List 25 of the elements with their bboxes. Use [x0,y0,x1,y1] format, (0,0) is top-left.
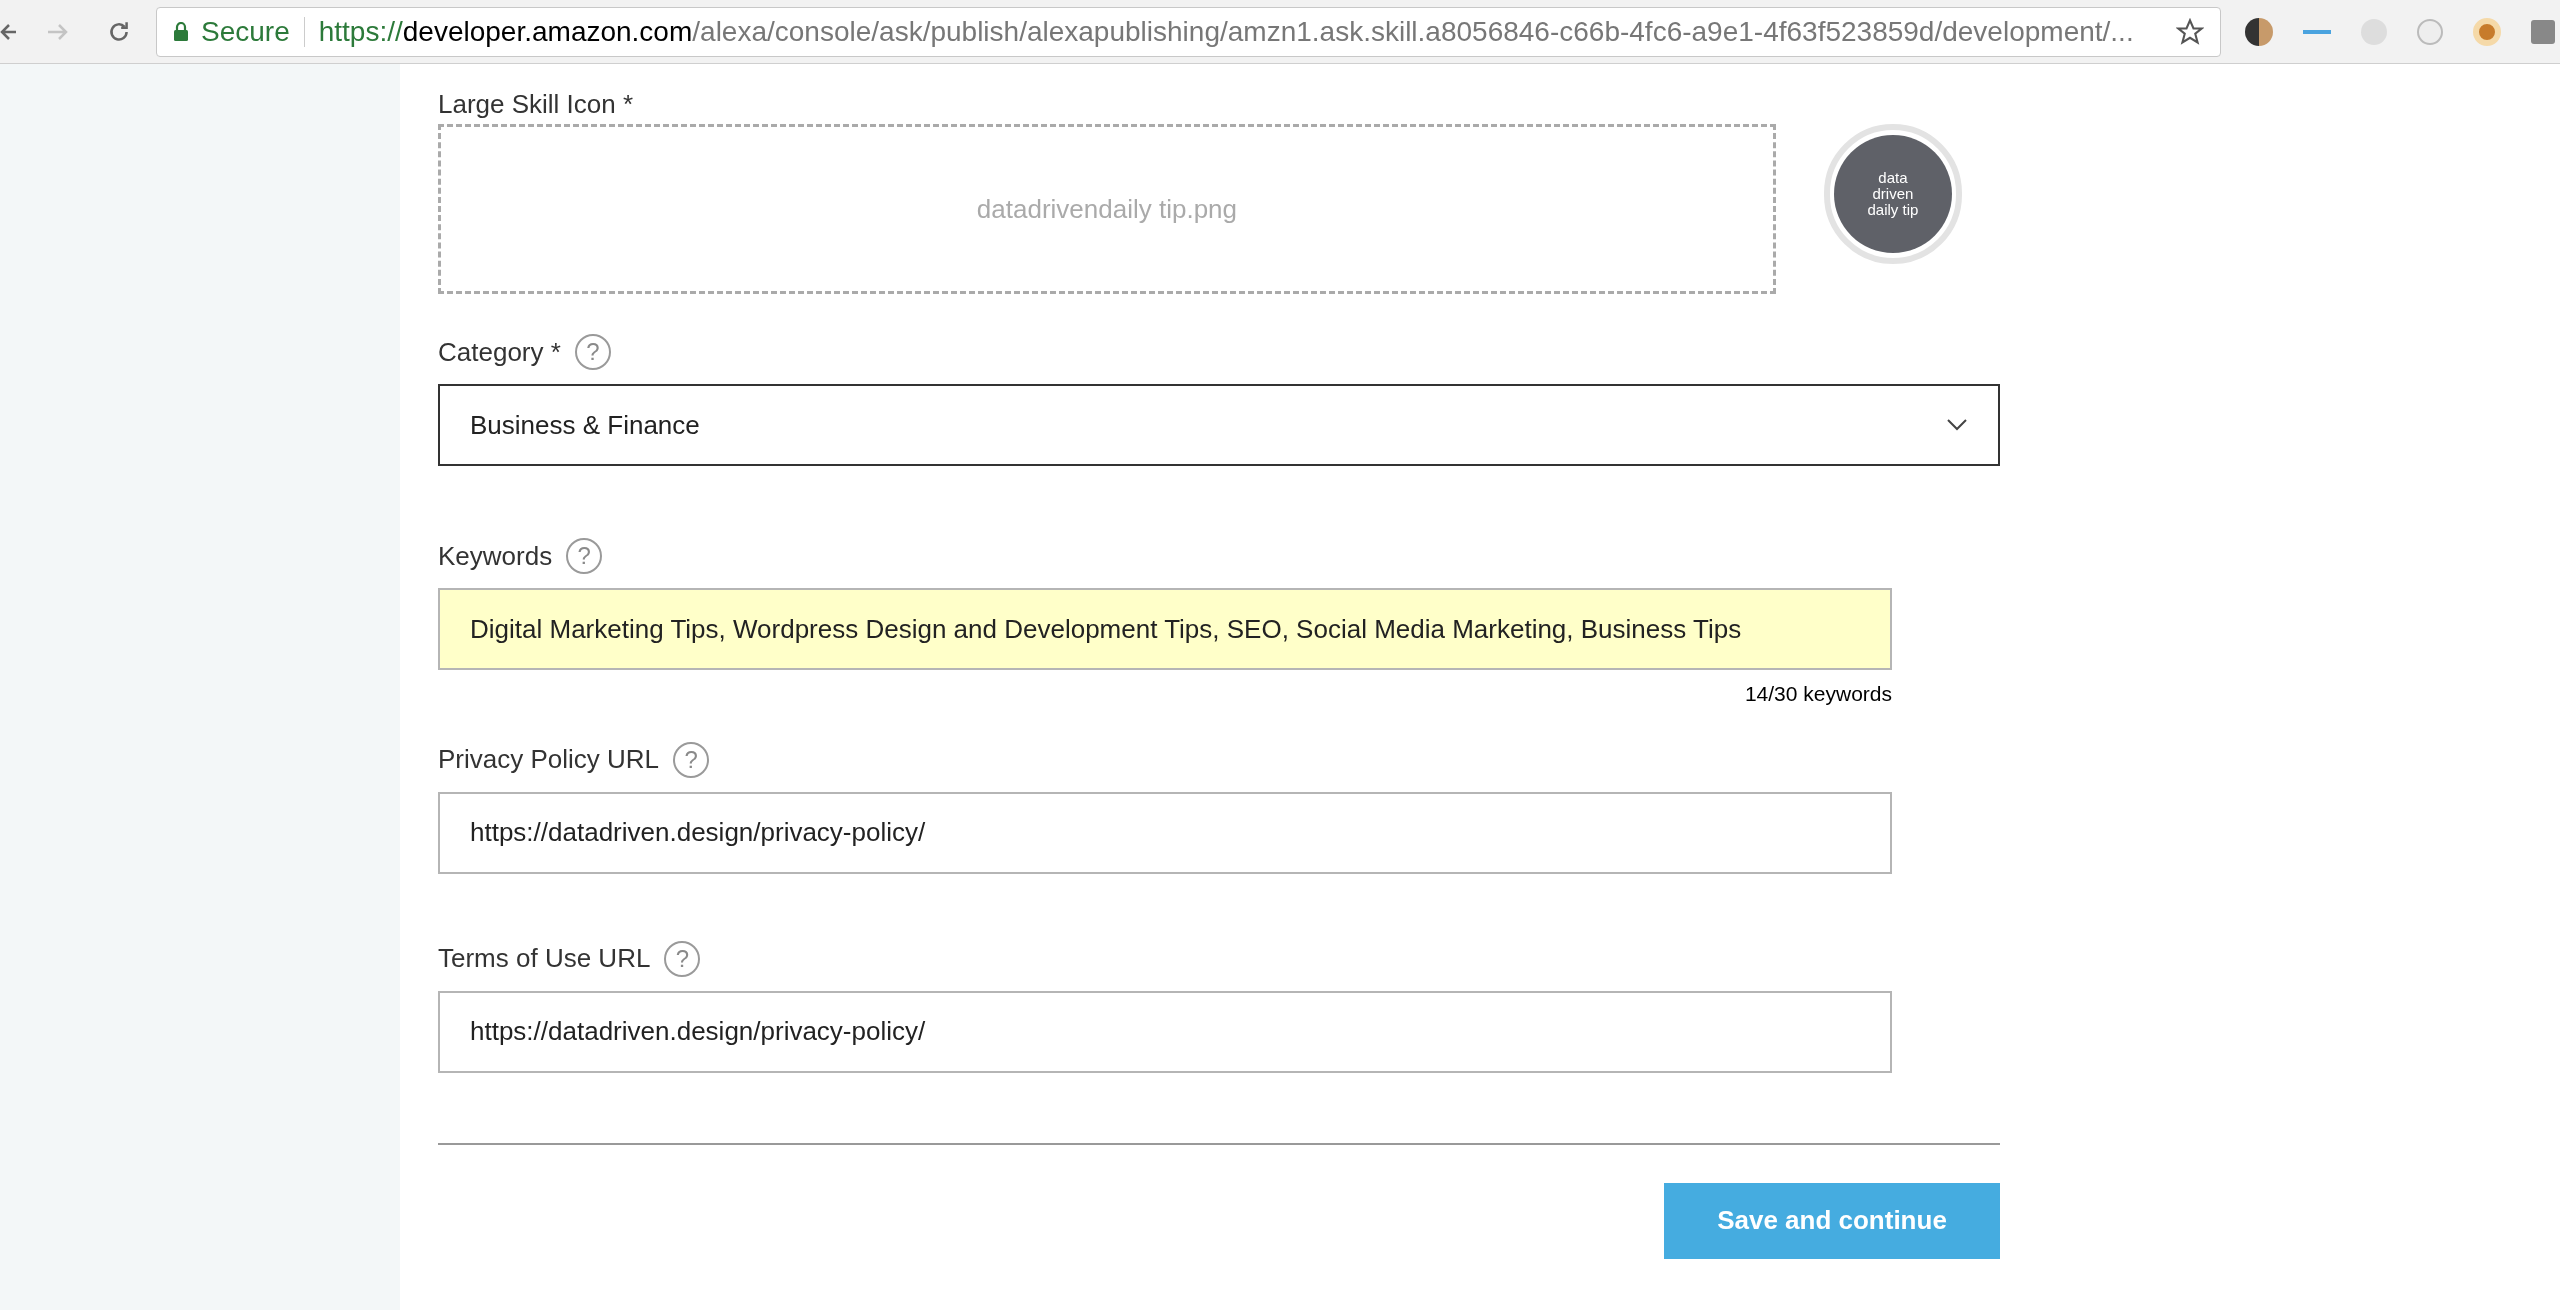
input-field[interactable]: https://datadriven.design/privacy-policy/ [438,791,1892,874]
keyword-count: 14/30 keywords [1744,681,1892,707]
star-icon[interactable] [2176,17,2204,46]
help-icon[interactable]: ? [566,538,603,574]
help-icon[interactable]: ? [673,741,710,778]
field-label: Large Skill Icon * [438,87,634,121]
url-text: https://developer.amazon.com/alexa/console/ask/publish/alexapublishing/amzn1.ask.skill.a8056846-c66b-4fc6-a9e1-4f63f523859d/development/... [318,14,2134,49]
logo-text: data driven daily tip [1866,170,1920,218]
help-icon[interactable]: ? [574,334,611,370]
chevron-down-icon [1946,418,1968,432]
address-bar[interactable]: Secure https://developer.amazon.com/alexa/console/ask/publish/alexapublishing/amzn1.ask.skill.a8056846-c66b-4fc6-a9e1-4f63f523859d/development/... [156,6,2221,57]
extension-icon[interactable] [2245,17,2273,46]
category-select[interactable]: Business & Finance [438,384,2000,466]
field-label: Privacy Policy URL [438,743,660,776]
field-label: Terms of Use URL [438,942,651,975]
file-drop-zone[interactable]: datadrivendaily tip.png [438,124,1776,294]
input-field[interactable]: Digital Marketing Tips, Wordpress Design and Development Tips, SEO, Social Media Marketing, Business Tips [438,588,1892,670]
field-label: Category * [438,335,561,369]
secure-label: Secure [201,14,290,49]
input-field[interactable]: https://datadriven.design/privacy-policy/ [438,990,1892,1073]
save-button[interactable]: Save and continue [1664,1182,2000,1259]
lock-icon [173,21,189,42]
file-name: datadrivendaily tip.png [976,192,1238,226]
field-label: Keywords [438,539,553,573]
help-icon[interactable]: ? [664,940,701,977]
